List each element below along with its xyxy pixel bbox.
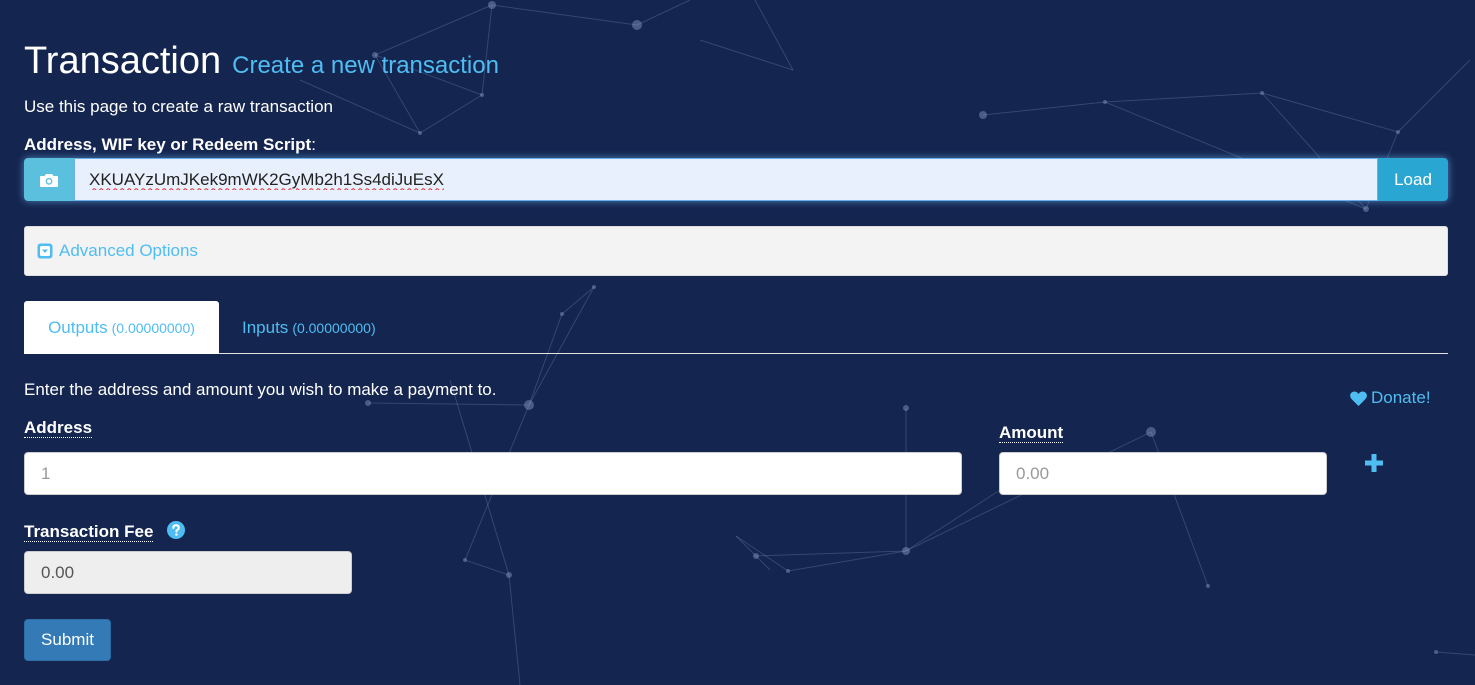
address-wif-label: Address, WIF key or Redeem Script: <box>24 135 316 155</box>
caret-square-down-icon <box>37 243 53 259</box>
transaction-page: Transaction Create a new transaction Use… <box>0 0 1475 685</box>
page-header: Transaction Create a new transaction <box>24 40 499 86</box>
heart-icon <box>1350 390 1367 406</box>
transaction-fee-label: Transaction Fee <box>24 522 154 542</box>
output-address-input[interactable] <box>24 452 962 495</box>
tab-inputs[interactable]: Inputs (0.00000000) <box>242 301 376 354</box>
output-amount-input[interactable] <box>999 452 1327 495</box>
page-lead-text: Use this page to create a raw transactio… <box>24 97 333 116</box>
tab-inputs-count: (0.00000000) <box>292 319 376 336</box>
page-subtitle: Create a new transaction <box>232 52 499 79</box>
address-input-group: Load <box>24 158 1448 201</box>
plus-icon[interactable] <box>1364 453 1384 473</box>
camera-icon <box>40 173 58 187</box>
outputs-instructions: Enter the address and amount you wish to… <box>24 380 497 399</box>
donate-label: Donate! <box>1371 388 1431 407</box>
question-circle-icon[interactable] <box>167 521 185 539</box>
transaction-fee-input[interactable] <box>24 551 352 594</box>
address-wif-input[interactable] <box>74 158 1378 201</box>
scan-qr-button[interactable] <box>24 158 74 201</box>
output-address-label: Address <box>24 418 93 438</box>
address-wif-label-colon: : <box>311 135 316 154</box>
output-amount-label: Amount <box>999 423 1064 443</box>
advanced-options-toggle[interactable]: Advanced Options <box>24 226 1448 276</box>
tab-outputs-label: Outputs <box>48 317 108 337</box>
page-title: Transaction <box>24 40 222 82</box>
tab-outputs-count: (0.00000000) <box>111 319 195 336</box>
advanced-options-label: Advanced Options <box>59 241 198 260</box>
donate-link[interactable]: Donate! <box>1350 388 1431 408</box>
address-wif-label-text: Address, WIF key or Redeem Script <box>24 135 312 154</box>
load-button[interactable]: Load <box>1378 158 1448 201</box>
submit-button[interactable]: Submit <box>24 619 111 661</box>
tab-outputs[interactable]: Outputs (0.00000000) <box>24 301 219 354</box>
transaction-tabs: Outputs (0.00000000) Inputs (0.00000000) <box>24 301 1448 354</box>
tab-inputs-label: Inputs <box>242 317 289 337</box>
